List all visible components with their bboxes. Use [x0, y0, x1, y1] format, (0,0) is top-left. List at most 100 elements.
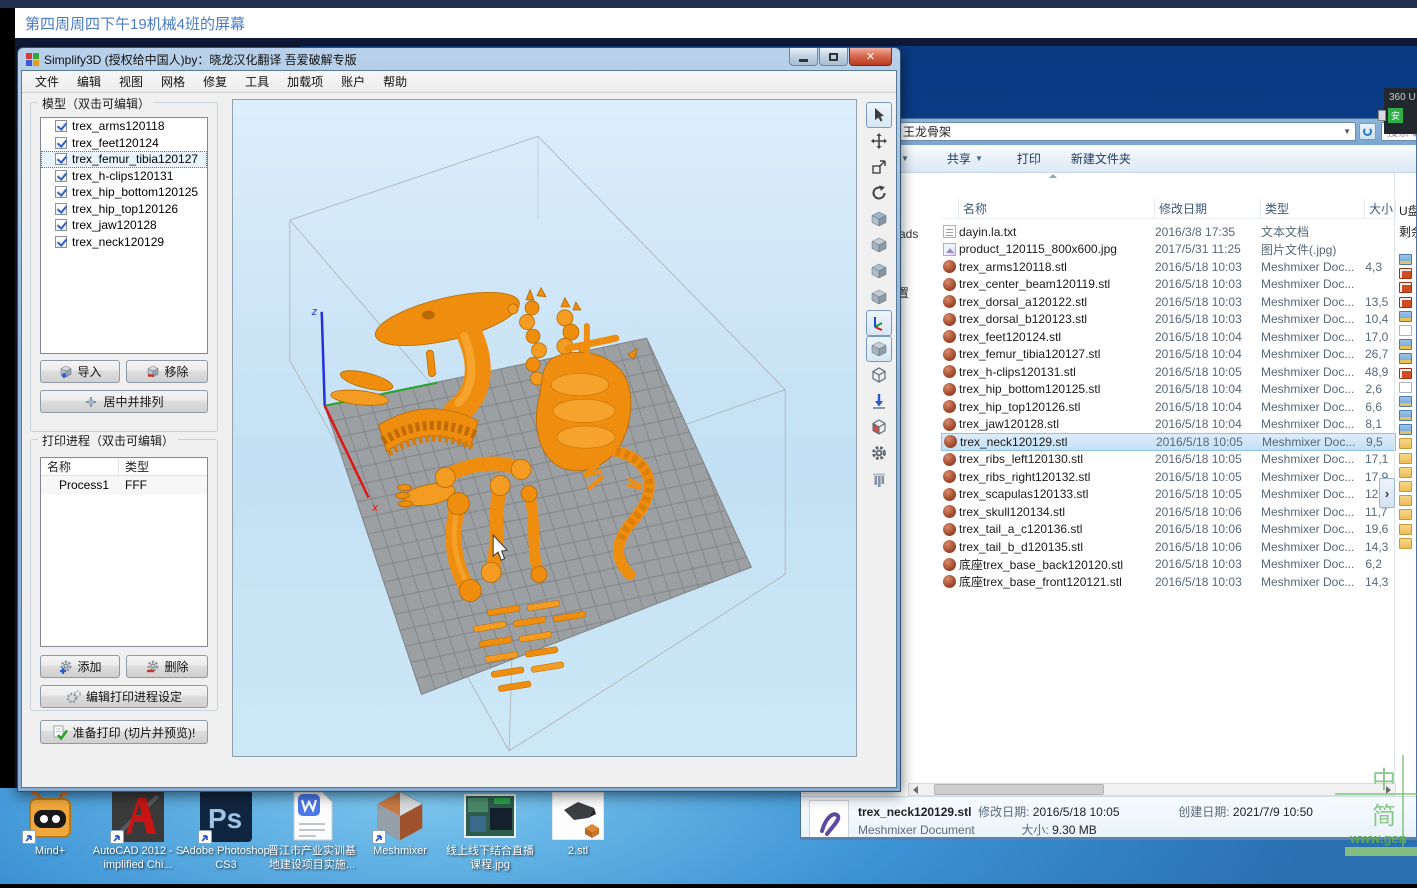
address-bar[interactable]: 王龙骨架 ▼ [896, 122, 1356, 141]
folder-icon[interactable] [1399, 453, 1412, 464]
model-list-item[interactable]: trex_neck120129 [41, 234, 207, 251]
desktop-icon-jpg-photo[interactable]: 线上线下结合直播课程.jpg [444, 790, 536, 873]
file-row[interactable]: trex_tail_a_c120136.stl2016/5/18 10:06Me… [941, 521, 1396, 539]
model-list-item[interactable]: trex_h-clips120131 [41, 168, 207, 185]
view-cube-iso-button[interactable] [866, 284, 892, 310]
horizontal-scrollbar[interactable] [908, 783, 1396, 796]
file-row[interactable]: trex_hip_top120126.stl2016/5/18 10:04Mes… [941, 398, 1396, 416]
maximize-button[interactable] [819, 48, 848, 66]
menu-edit[interactable]: 编辑 [68, 70, 110, 93]
file-row[interactable]: trex_femur_tibia120127.stl2016/5/18 10:0… [941, 346, 1396, 364]
remove-button[interactable]: 移除 [126, 360, 208, 383]
checkbox-checked[interactable] [55, 203, 67, 215]
folder-icon[interactable] [1399, 254, 1412, 265]
menu-tools[interactable]: 工具 [236, 70, 278, 93]
desktop-icon-meshmixer[interactable]: Meshmixer [354, 790, 446, 859]
file-row[interactable]: dayin.la.txt2016/3/8 17:35文本文档 [941, 223, 1396, 241]
process-row[interactable]: Process1 FFF [41, 476, 207, 494]
checkbox-checked[interactable] [55, 137, 67, 149]
model-list-item[interactable]: trex_arms120118 [41, 118, 207, 135]
cross-section-button[interactable] [866, 414, 892, 440]
menu-mesh[interactable]: 网格 [152, 70, 194, 93]
folder-icon[interactable] [1399, 311, 1412, 322]
toolbar-new-folder-button[interactable]: 新建文件夹 [1063, 146, 1139, 171]
file-row[interactable]: trex_h-clips120131.stl2016/5/18 10:05Mes… [941, 363, 1396, 381]
folder-icon[interactable] [1399, 481, 1412, 492]
desktop-icon-mindplus[interactable]: Mind+ [4, 790, 96, 859]
refresh-button[interactable] [1359, 123, 1376, 140]
desktop-icon-wps-doc[interactable]: 晋江市产业实训基地建设项目实施... [266, 790, 358, 873]
scale-tool-button[interactable] [866, 154, 892, 180]
column-header-name[interactable]: 名称 [959, 199, 1155, 218]
ppt-file-icon[interactable] [1399, 297, 1412, 308]
model-list-item[interactable]: trex_hip_top120126 [41, 201, 207, 218]
delete-process-button[interactable]: 删除 [126, 655, 208, 678]
image-file-icon[interactable] [1399, 325, 1412, 336]
document-file-icon[interactable] [1399, 382, 1412, 393]
import-button[interactable]: 导入 [40, 360, 120, 383]
model-list-item[interactable]: trex_jaw120128 [41, 217, 207, 234]
settings-gear-button[interactable] [866, 440, 892, 466]
place-on-bed-button[interactable] [866, 388, 892, 414]
nav-item-fragment[interactable]: ads [899, 227, 918, 241]
folder-icon[interactable] [1399, 396, 1412, 407]
model-list-item-selected[interactable]: trex_femur_tibia120127 [41, 151, 207, 168]
desktop-icon-2stl[interactable]: 2.stl [532, 790, 624, 859]
view-cube-front-button[interactable] [866, 206, 892, 232]
move-tool-button[interactable] [866, 128, 892, 154]
file-row[interactable]: trex_skull120134.stl2016/5/18 10:06Meshm… [941, 503, 1396, 521]
checkbox-checked[interactable] [55, 236, 67, 248]
file-row[interactable]: trex_hip_bottom120125.stl2016/5/18 10:04… [941, 381, 1396, 399]
file-row[interactable]: trex_dorsal_b120123.stl2016/5/18 10:03Me… [941, 311, 1396, 329]
folder-icon[interactable] [1399, 467, 1412, 478]
support-structures-button[interactable] [866, 466, 892, 492]
ppt-file-icon[interactable] [1399, 282, 1412, 293]
titlebar[interactable]: Simplify3D (授权给中国人)by：晓龙汉化翻译 吾爱破解专版 [26, 51, 357, 68]
wireframe-view-button[interactable] [866, 362, 892, 388]
view-cube-top-button[interactable] [866, 258, 892, 284]
menu-view[interactable]: 视图 [110, 70, 152, 93]
file-row[interactable]: 底座trex_base_back120120.stl2016/5/18 10:0… [941, 556, 1396, 574]
file-row[interactable]: trex_arms120118.stl2016/5/18 10:03Meshmi… [941, 258, 1396, 276]
file-row[interactable]: 底座trex_base_front120121.stl2016/5/18 10:… [941, 573, 1396, 591]
menu-account[interactable]: 账户 [332, 70, 374, 93]
folder-icon[interactable] [1399, 495, 1412, 506]
rotate-tool-button[interactable] [866, 180, 892, 206]
cursor-tool-button[interactable] [866, 102, 892, 128]
folder-icon[interactable] [1399, 524, 1412, 535]
folder-icon[interactable] [1399, 538, 1412, 549]
expand-pane-button[interactable]: › [1379, 478, 1395, 508]
scrollbar-thumb[interactable] [934, 784, 1104, 795]
file-row[interactable]: trex_ribs_right120132.stl2016/5/18 10:05… [941, 468, 1396, 486]
toolbar-share-button[interactable]: 共享▼ [939, 146, 991, 171]
checkbox-checked[interactable] [55, 170, 67, 182]
file-row[interactable]: trex_ribs_left120130.stl2016/5/18 10:05M… [941, 451, 1396, 469]
menu-help[interactable]: 帮助 [374, 70, 416, 93]
address-dropdown-icon[interactable]: ▼ [1343, 127, 1351, 136]
add-process-button[interactable]: 添加 [40, 655, 120, 678]
view-cube-side-button[interactable] [866, 232, 892, 258]
viewport-3d[interactable]: z x [232, 99, 857, 757]
file-row[interactable]: trex_center_beam120119.stl2016/5/18 10:0… [941, 276, 1396, 294]
menu-addons[interactable]: 加载项 [278, 70, 332, 93]
folder-icon[interactable] [1399, 353, 1412, 364]
close-button[interactable]: ✕ [849, 48, 892, 66]
desktop-icon-photoshop[interactable]: Ps Adobe Photoshop CS3 [180, 790, 272, 873]
desktop-icon-autocad[interactable]: AutoCAD 2012 - Simplified Chi... [92, 790, 184, 873]
folder-icon[interactable] [1399, 424, 1412, 435]
minimize-button[interactable] [789, 48, 818, 66]
center-arrange-button[interactable]: 居中并排列 [40, 390, 208, 413]
ppt-file-icon[interactable] [1399, 268, 1412, 279]
edit-process-settings-button[interactable]: 编辑打印进程设定 [40, 685, 208, 708]
folder-icon[interactable] [1399, 438, 1412, 449]
column-header-size[interactable]: 大小 [1365, 199, 1396, 218]
folder-icon[interactable] [1399, 339, 1412, 350]
file-row[interactable]: trex_tail_b_d120135.stl2016/5/18 10:06Me… [941, 538, 1396, 556]
checkbox-checked[interactable] [55, 153, 67, 165]
file-row[interactable]: trex_feet120124.stl2016/5/18 10:04Meshmi… [941, 328, 1396, 346]
column-header-type[interactable]: 类型 [1261, 199, 1365, 218]
folder-icon[interactable] [1399, 410, 1412, 421]
menu-repair[interactable]: 修复 [194, 70, 236, 93]
toolbar-print-button[interactable]: 打印 [1009, 146, 1049, 171]
prepare-print-button[interactable]: 准备打印 (切片并预览)! [40, 720, 208, 744]
